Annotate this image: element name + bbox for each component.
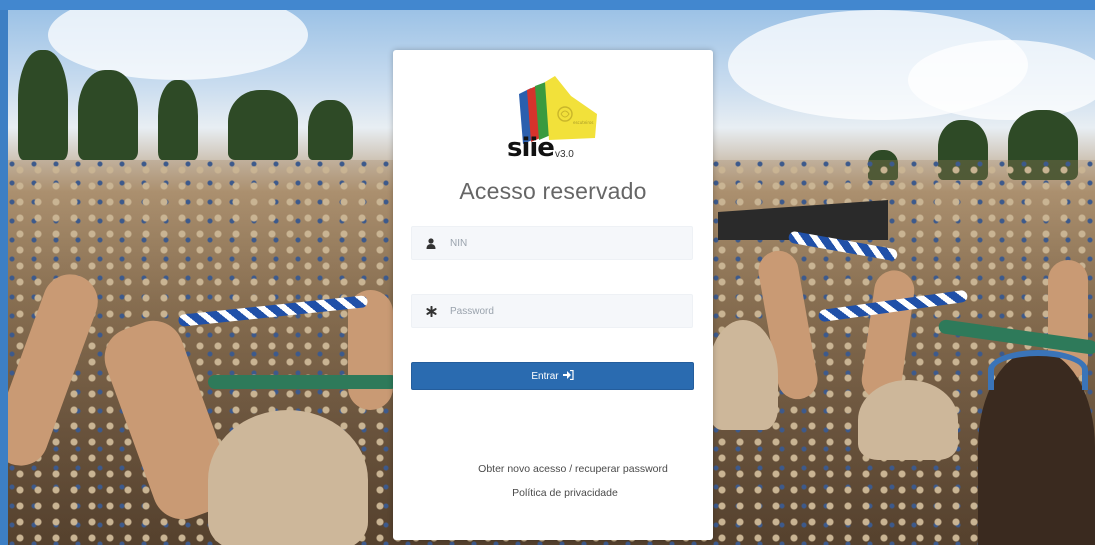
- password-field[interactable]: Password: [411, 294, 693, 328]
- enter-button-label: Entrar: [531, 370, 559, 382]
- enter-button[interactable]: Entrar: [411, 362, 694, 390]
- recover-password-link[interactable]: Obter novo acesso / recuperar password: [413, 463, 733, 475]
- brand-name: siie: [507, 133, 555, 163]
- sign-in-icon: [562, 369, 574, 383]
- privacy-policy-link[interactable]: Política de privacidade: [405, 487, 725, 499]
- password-placeholder: Password: [450, 305, 494, 317]
- login-panel: escuteiros siie v3.0 Acesso reservado NI…: [393, 50, 713, 540]
- svg-text:escuteiros: escuteiros: [573, 120, 594, 125]
- user-icon: [412, 227, 450, 259]
- asterisk-icon: [412, 295, 450, 327]
- brand-version: v3.0: [554, 149, 574, 160]
- nin-placeholder: NIN: [450, 237, 468, 249]
- page-title: Acesso reservado: [459, 178, 647, 204]
- top-border: [0, 0, 1095, 10]
- brand-wordmark: siie v3.0: [507, 134, 574, 162]
- nin-field[interactable]: NIN: [411, 226, 693, 260]
